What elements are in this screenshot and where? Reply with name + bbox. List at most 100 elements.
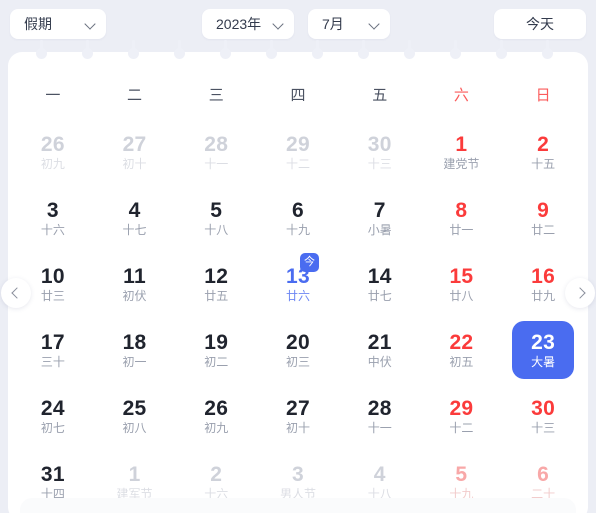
binder-ring [404,40,415,59]
calendar-day-cell[interactable]: 27 初十 [257,383,339,449]
calendar-day-cell[interactable]: 26 初九 [175,383,257,449]
calendar-week-row: 10 廿三 11 初伏 12 廿五 13 廿六今 14 廿七 15 廿八 16 廿九 [12,251,584,317]
day-inner: 19 初二 [185,321,247,379]
today-badge: 今 [299,253,319,272]
day-number: 26 [204,397,229,420]
calendar-day-cell[interactable]: 21 中伏 [339,317,421,383]
day-inner: 17 三十 [22,321,84,379]
weekday-label-4: 五 [372,87,388,104]
calendar-day-cell[interactable]: 26 初九 [12,119,94,185]
weekday-header: 一二三四五六日 [8,78,588,115]
day-lunar-label: 初十 [285,421,310,435]
day-number: 11 [123,265,146,288]
calendar-day-cell[interactable]: 12 廿五 [175,251,257,317]
month-select[interactable]: 7月 [308,9,390,39]
holiday-select[interactable]: 假期 [10,9,106,39]
day-inner: 7 小暑 [349,189,411,247]
day-lunar-label: 初伏 [122,289,147,303]
calendar-day-cell[interactable]: 11 初伏 [94,251,176,317]
day-number: 9 [537,199,550,222]
day-inner: 28 十一 [349,387,411,445]
calendar-day-cell[interactable]: 28 十一 [175,119,257,185]
day-inner: 15 廿八 [430,255,492,313]
calendar-day-cell[interactable]: 27 初十 [94,119,176,185]
calendar-day-cell[interactable]: 19 初二 [175,317,257,383]
calendar-day-cell[interactable]: 6 十九 [257,185,339,251]
calendar-day-cell[interactable]: 3 十六 [12,185,94,251]
binder-ring [450,40,461,59]
calendar-day-cell[interactable]: 9 廿二 [502,185,584,251]
day-number: 7 [373,199,386,222]
calendar-day-cell[interactable]: 20 初三 [257,317,339,383]
day-number: 5 [455,463,468,486]
day-lunar-label: 廿二 [531,223,556,237]
day-number: 5 [210,199,223,222]
calendar-day-cell[interactable]: 7 小暑 [339,185,421,251]
day-lunar-label: 十九 [285,223,310,237]
calendar-day-cell[interactable]: 22 初五 [421,317,503,383]
calendar-day-cell[interactable]: 30 十三 [339,119,421,185]
calendar-day-cell[interactable]: 5 十八 [175,185,257,251]
calendar-day-cell[interactable]: 13 廿六今 [257,251,339,317]
day-inner: 5 十八 [185,189,247,247]
binder-ring [312,40,323,59]
day-number: 8 [455,199,468,222]
day-lunar-label: 中伏 [367,355,392,369]
day-lunar-label: 十二 [449,421,474,435]
next-month-button[interactable] [565,278,595,308]
day-inner: 11 初伏 [104,255,166,313]
calendar-day-cell[interactable]: 24 初七 [12,383,94,449]
today-button[interactable]: 今天 [494,9,586,39]
day-inner: 30 十三 [349,123,411,181]
day-number: 25 [122,397,147,420]
day-number: 26 [40,133,65,156]
calendar-day-cell[interactable]: 30 十三 [502,383,584,449]
day-number: 4 [128,199,141,222]
calendar-day-cell[interactable]: 28 十一 [339,383,421,449]
year-select[interactable]: 2023年 [202,9,294,39]
calendar-day-cell[interactable]: 29 十二 [257,119,339,185]
day-lunar-label: 廿一 [449,223,474,237]
day-number: 28 [204,133,229,156]
month-select-label: 7月 [322,16,344,32]
day-lunar-label: 廿七 [367,289,392,303]
day-lunar-label: 十六 [40,223,65,237]
day-number: 20 [286,331,310,354]
day-number: 29 [449,397,474,420]
binder-ring [542,40,553,59]
calendar-day-cell[interactable]: 15 廿八 [421,251,503,317]
prev-month-button[interactable] [1,278,31,308]
calendar-day-cell[interactable]: 4 十七 [94,185,176,251]
binder-ring [174,40,185,59]
day-inner: 12 廿五 [185,255,247,313]
day-lunar-label: 初三 [285,355,310,369]
day-lunar-label: 廿八 [449,289,474,303]
calendar-day-cell[interactable]: 1 建党节 [421,119,503,185]
calendar-card: 一二三四五六日 26 初九 27 初十 28 十一 29 十二 30 十三 1 建党节 2 十五 3 十六 4 十… [8,40,588,513]
day-number: 19 [204,331,229,354]
holiday-select-label: 假期 [24,16,52,32]
chevron-down-icon [370,19,380,29]
calendar-day-cell[interactable]: 29 十二 [421,383,503,449]
calendar-day-cell[interactable]: 17 三十 [12,317,94,383]
day-inner: 26 初九 [22,123,84,181]
calendar-day-cell[interactable]: 18 初一 [94,317,176,383]
day-number: 2 [537,133,550,156]
day-inner: 14 廿七 [349,255,411,313]
calendar-day-cell[interactable]: 2 十五 [502,119,584,185]
calendar-day-cell[interactable]: 23 大暑 [502,317,584,383]
calendar-day-cell[interactable]: 25 初八 [94,383,176,449]
day-number: 24 [40,397,65,420]
calendar-day-cell[interactable]: 14 廿七 [339,251,421,317]
day-lunar-label: 十三 [531,421,556,435]
day-number: 27 [286,397,310,420]
binder-ring [82,40,93,59]
day-inner: 30 十三 [512,387,574,445]
day-inner: 27 初十 [267,387,329,445]
day-lunar-label: 初五 [449,355,474,369]
day-number: 2 [210,463,223,486]
calendar-day-cell[interactable]: 8 廿一 [421,185,503,251]
day-number: 1 [455,133,468,156]
weekday-label-3: 四 [290,87,306,104]
day-number: 22 [449,331,474,354]
